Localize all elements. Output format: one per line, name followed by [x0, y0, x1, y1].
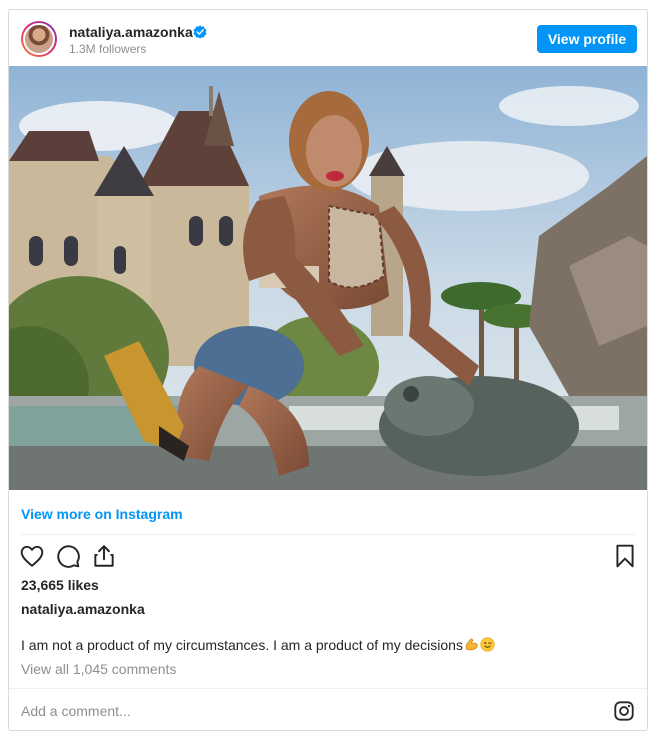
- caption-username[interactable]: nataliya.amazonka: [21, 601, 145, 617]
- instagram-icon[interactable]: [613, 700, 635, 722]
- view-all-comments-link[interactable]: View all 1,045 comments: [21, 661, 176, 677]
- post-photo[interactable]: [9, 66, 647, 490]
- verified-badge-icon: [193, 25, 207, 39]
- username[interactable]: nataliya.amazonka: [69, 24, 193, 40]
- instagram-embed-card: nataliya.amazonka 1.3M followers View pr…: [8, 9, 648, 731]
- like-count[interactable]: 23,665 likes: [21, 577, 99, 593]
- divider: [9, 688, 647, 689]
- avatar[interactable]: [21, 21, 57, 57]
- heart-icon[interactable]: [19, 543, 45, 569]
- flexed-biceps-icon: [465, 638, 478, 651]
- avatar-image: [23, 23, 55, 55]
- add-comment-input[interactable]: [21, 697, 581, 725]
- winking-face-icon: [480, 637, 495, 652]
- divider: [21, 534, 635, 535]
- comment-icon[interactable]: [55, 543, 81, 569]
- post-header: nataliya.amazonka 1.3M followers View pr…: [9, 10, 647, 66]
- bookmark-icon[interactable]: [612, 543, 638, 569]
- view-more-link[interactable]: View more on Instagram: [21, 506, 183, 522]
- post-caption: I am not a product of my circumstances. …: [21, 637, 495, 653]
- follower-count: 1.3M followers: [69, 42, 147, 56]
- post-photo-image: [9, 66, 647, 490]
- caption-text: I am not a product of my circumstances. …: [21, 637, 463, 653]
- view-profile-button[interactable]: View profile: [537, 25, 637, 53]
- share-icon[interactable]: [91, 543, 117, 569]
